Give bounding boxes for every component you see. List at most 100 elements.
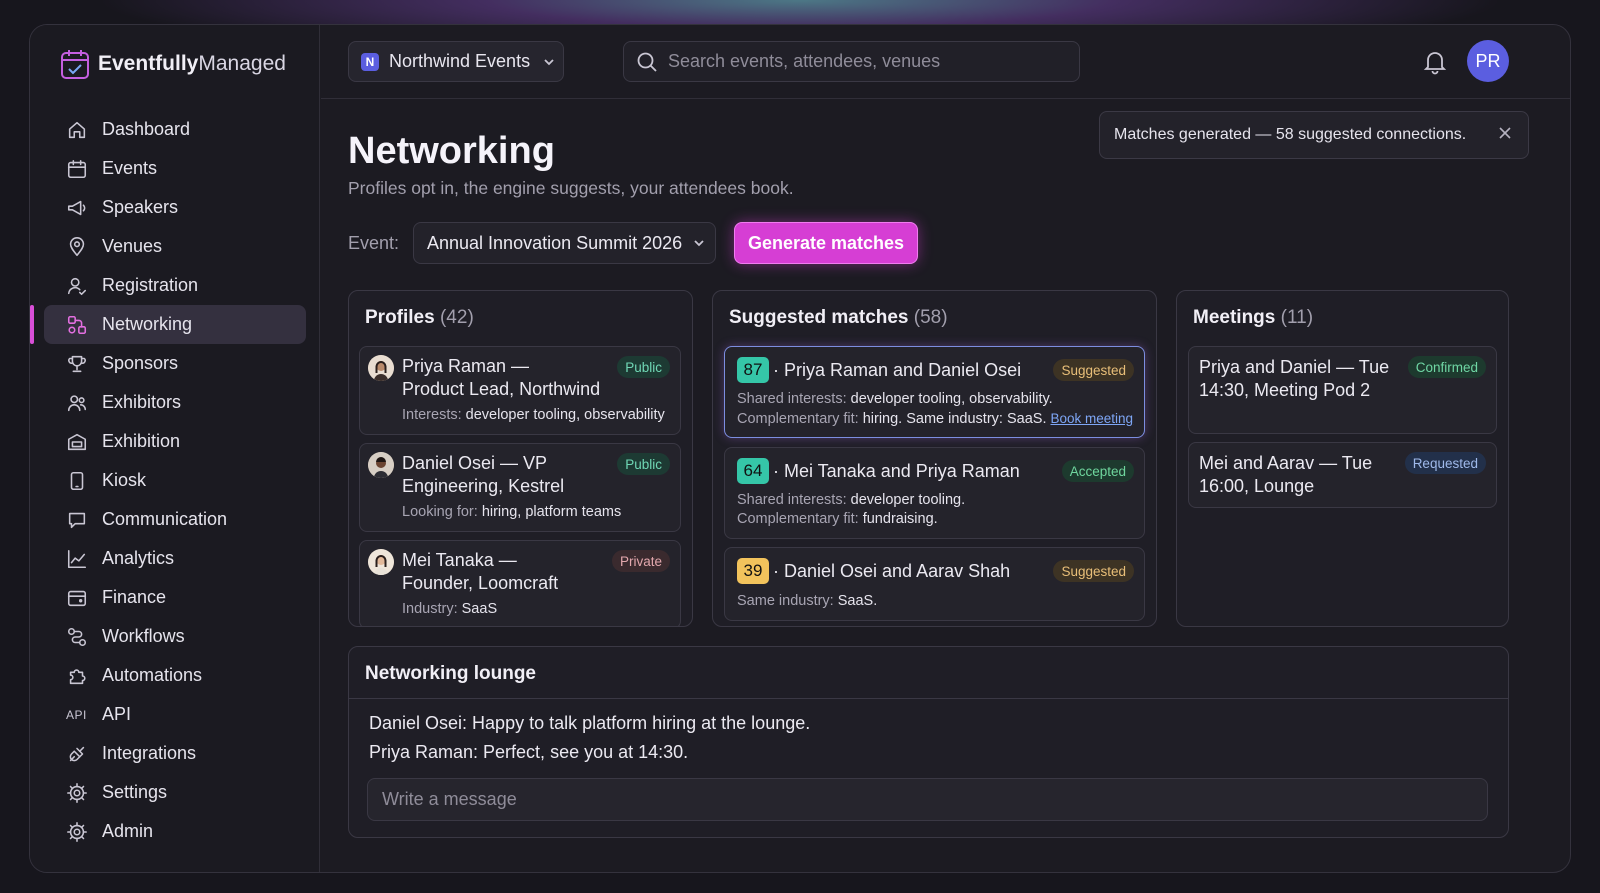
- chevron-down-icon: [694, 240, 704, 247]
- wallet-icon: [67, 590, 87, 606]
- matches-panel: Suggested matches (58) 87 · Priya Raman …: [712, 290, 1157, 627]
- meeting-title: Priya and Daniel — Tue: [1199, 357, 1390, 377]
- match-card[interactable]: 39 · Daniel Osei and Aarav Shah Suggeste…: [724, 547, 1145, 621]
- sidebar-item-label: Sponsors: [102, 353, 179, 373]
- sidebar-item-label: Venues: [102, 236, 163, 256]
- avatar: [368, 452, 394, 478]
- sidebar-item-label: Kiosk: [102, 470, 147, 490]
- bell-icon[interactable]: [1423, 49, 1447, 75]
- sidebar-item-exhibition[interactable]: Exhibition: [44, 422, 306, 461]
- sidebar-item-label: Dashboard: [102, 119, 191, 139]
- calendar-icon: [67, 159, 87, 178]
- profile-card[interactable]: Daniel Osei — VP Engineering, Kestrel Lo…: [359, 443, 681, 532]
- status-badge: Confirmed: [1407, 356, 1486, 378]
- sidebar-item-api[interactable]: API API: [44, 695, 306, 734]
- match-score: 64: [737, 458, 769, 484]
- chat-message: Daniel Osei: Happy to talk platform hiri…: [369, 713, 811, 733]
- event-select[interactable]: Annual Innovation Summit 2026: [413, 222, 716, 264]
- lounge-panel: Networking lounge Daniel Osei: Happy to …: [348, 646, 1509, 838]
- event-label: Event:: [348, 233, 400, 253]
- sidebar-nav: Dashboard Events Speakers Venues Registratio…: [30, 110, 306, 851]
- profile-name: Priya Raman —: [402, 356, 530, 376]
- sidebar-item-automations[interactable]: Automations: [44, 656, 306, 695]
- match-pair: · Daniel Osei and Aarav Shah: [773, 560, 1011, 581]
- sidebar-item-events[interactable]: Events: [44, 149, 306, 188]
- calendar-check-logo-icon: [61, 50, 89, 79]
- profile-role: Founder, Loomcraft: [402, 573, 559, 593]
- user-check-icon: [67, 277, 87, 295]
- app-window: EventfullyManaged Dashboard Events Speaker…: [29, 24, 1571, 873]
- sidebar-item-settings[interactable]: Settings: [44, 773, 306, 812]
- network-icon: [67, 315, 87, 334]
- plug-icon: [69, 746, 85, 761]
- chevron-down-icon: [544, 58, 554, 65]
- user-avatar[interactable]: PR: [1467, 40, 1509, 82]
- gear-icon: [67, 821, 87, 842]
- profile-card[interactable]: Priya Raman — Product Lead, Northwind In…: [359, 346, 681, 435]
- meeting-card[interactable]: Mei and Aarav — Tue 16:00, Lounge Reques…: [1188, 442, 1497, 508]
- gear-icon: [67, 782, 87, 803]
- workflow-icon: [67, 627, 87, 646]
- sidebar-item-label: Admin: [102, 821, 154, 841]
- match-pair: · Mei Tanaka and Priya Raman: [773, 460, 1020, 481]
- sidebar-item-finance[interactable]: Finance: [44, 578, 306, 617]
- profile-card[interactable]: Mei Tanaka — Founder, Loomcraft Industry…: [359, 540, 681, 626]
- profile-meta: Industry: SaaS: [402, 601, 498, 617]
- sidebar-item-communication[interactable]: Communication: [44, 500, 306, 539]
- meeting-card[interactable]: Priya and Daniel — Tue 14:30, Meeting Po…: [1188, 346, 1497, 434]
- page-title: Networking: [348, 130, 555, 172]
- chart-line-icon: [67, 549, 87, 568]
- sidebar-item-label: Automations: [102, 665, 203, 685]
- org-initial-badge: N: [361, 52, 379, 71]
- org-switcher[interactable]: N Northwind Events: [348, 41, 564, 82]
- sidebar-item-exhibitors[interactable]: Exhibitors: [44, 383, 306, 422]
- profile-role: Engineering, Kestrel: [402, 476, 565, 496]
- sidebar-item-analytics[interactable]: Analytics: [44, 539, 306, 578]
- main-content: Networking Profiles opt in, the engine s…: [321, 100, 1570, 872]
- sidebar-item-label: Registration: [102, 275, 199, 295]
- status-badge: Public: [617, 453, 670, 475]
- status-badge: Suggested: [1053, 359, 1134, 381]
- status-badge: Requested: [1404, 452, 1486, 474]
- search-box[interactable]: [623, 41, 1080, 82]
- meeting-detail: 16:00, Lounge: [1199, 476, 1315, 496]
- match-card[interactable]: 64 · Mei Tanaka and Priya Raman Accepted…: [724, 447, 1145, 539]
- sidebar-item-kiosk[interactable]: Kiosk: [44, 461, 306, 500]
- tablet-icon: [70, 471, 84, 490]
- users-icon: [67, 394, 87, 411]
- book-meeting-link[interactable]: Book meeting: [1051, 411, 1134, 426]
- sidebar-item-label: Exhibition: [102, 431, 181, 451]
- sidebar-item-networking[interactable]: Networking: [30, 305, 306, 344]
- sidebar-item-sponsors[interactable]: Sponsors: [44, 344, 306, 383]
- avatar: [368, 549, 394, 575]
- profiles-panel: Profiles (42) Priya Raman — Product Lead…: [348, 290, 693, 627]
- match-shared: Shared interests: developer tooling.: [737, 492, 966, 508]
- map-pin-icon: [69, 236, 85, 256]
- sidebar-item-dashboard[interactable]: Dashboard: [44, 110, 306, 149]
- building-icon: [67, 433, 87, 450]
- sidebar: EventfullyManaged Dashboard Events Speaker…: [30, 25, 320, 872]
- lounge-title: Networking lounge: [365, 663, 536, 684]
- generate-matches-button[interactable]: Generate matches: [734, 222, 918, 264]
- match-fit: Complementary fit: hiring. Same industry…: [737, 411, 1134, 427]
- notification-toast: Matches generated — 58 suggested connect…: [1099, 111, 1529, 159]
- sidebar-item-registration[interactable]: Registration: [44, 266, 306, 305]
- sidebar-item-label: Analytics: [102, 548, 175, 568]
- sidebar-item-speakers[interactable]: Speakers: [44, 188, 306, 227]
- chat-message: Priya Raman: Perfect, see you at 14:30.: [369, 742, 689, 762]
- sidebar-item-label: Communication: [102, 509, 228, 529]
- sidebar-item-integrations[interactable]: Integrations: [44, 734, 306, 773]
- meetings-panel: Meetings (11) Priya and Daniel — Tue 14:…: [1176, 290, 1509, 627]
- search-input[interactable]: [668, 51, 1058, 72]
- brand-logo[interactable]: EventfullyManaged: [60, 47, 286, 81]
- status-badge: Private: [611, 550, 670, 572]
- close-icon[interactable]: [1498, 126, 1512, 140]
- org-name: Northwind Events: [389, 51, 531, 71]
- match-card[interactable]: 87 · Priya Raman and Daniel Osei Suggest…: [724, 346, 1145, 438]
- status-badge: Suggested: [1053, 560, 1134, 582]
- sidebar-item-admin[interactable]: Admin: [44, 812, 306, 851]
- message-input[interactable]: [367, 778, 1488, 821]
- match-fit: Complementary fit: fundraising.: [737, 511, 938, 527]
- sidebar-item-venues[interactable]: Venues: [44, 227, 306, 266]
- sidebar-item-workflows[interactable]: Workflows: [44, 617, 306, 656]
